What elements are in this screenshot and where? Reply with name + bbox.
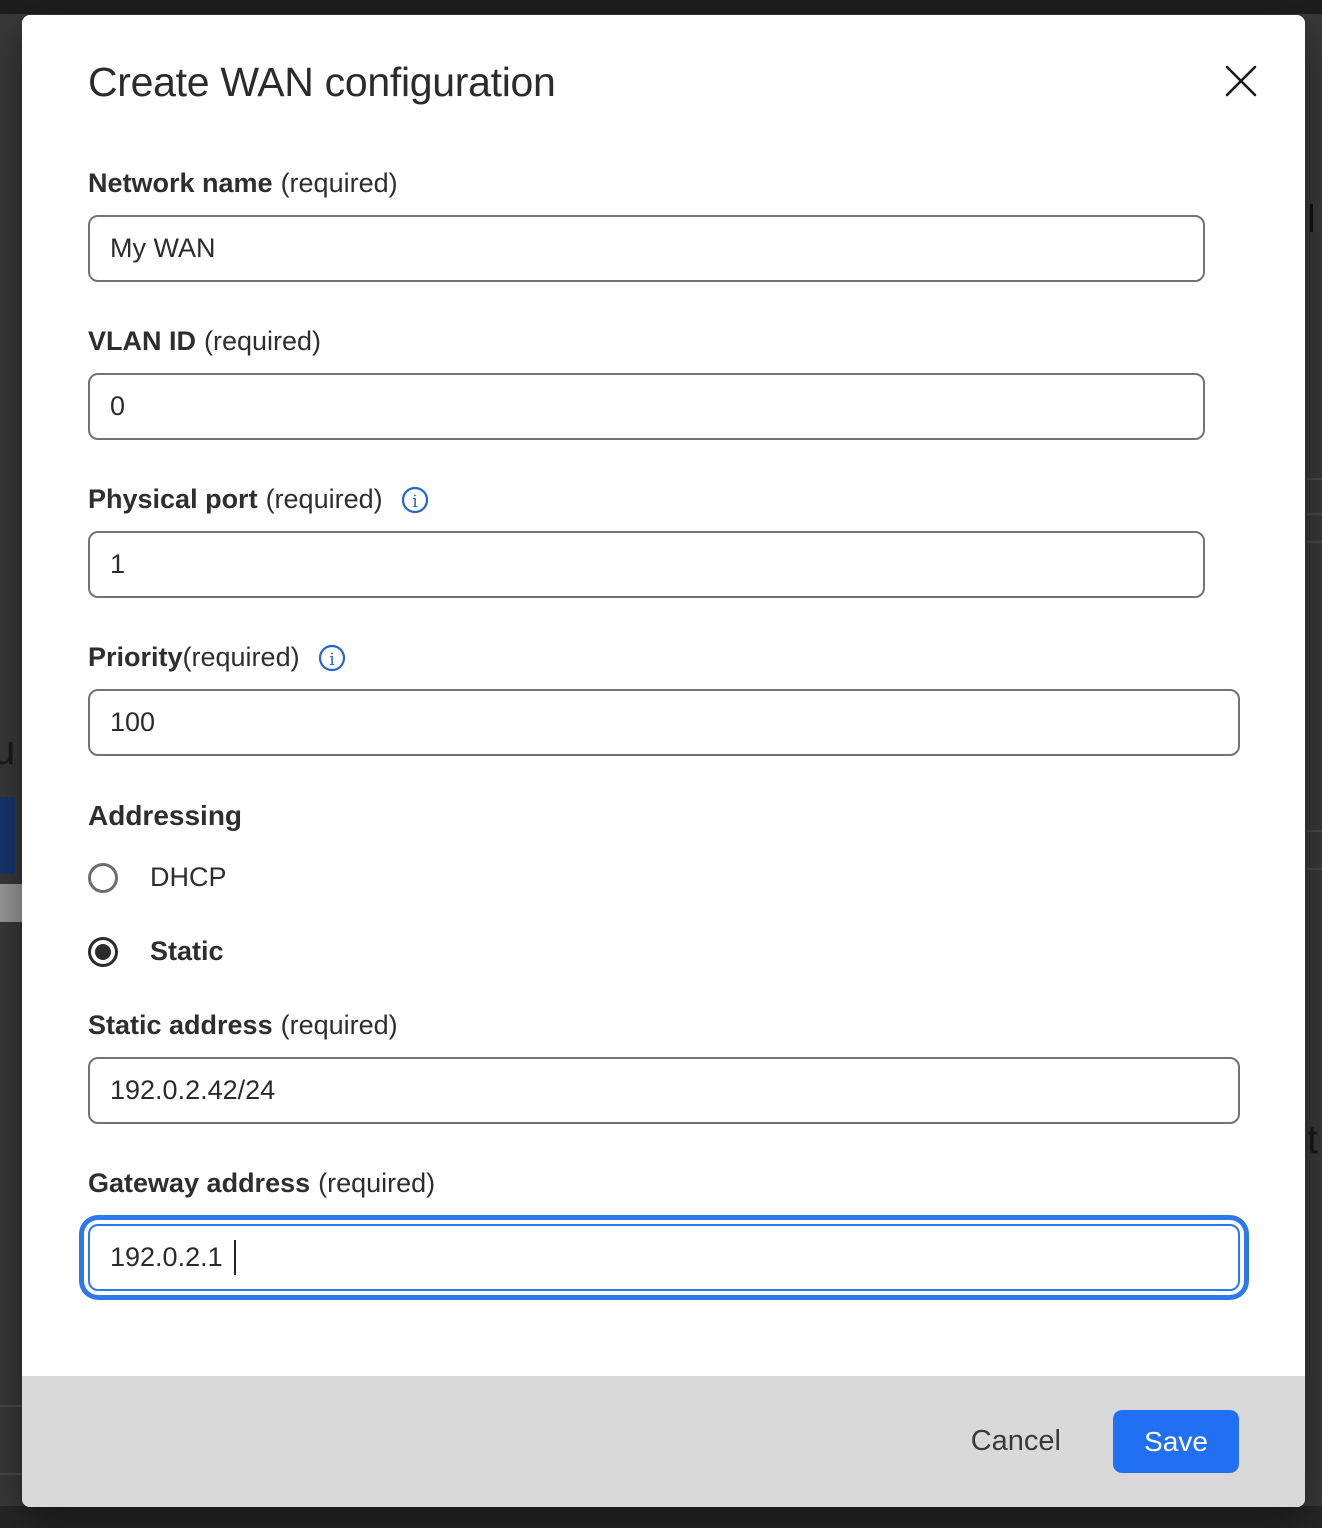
background-divider — [0, 1405, 22, 1407]
svg-text:i: i — [412, 492, 418, 512]
background-row-fragment — [0, 884, 22, 922]
background-caret-fragment — [1310, 204, 1313, 232]
create-wan-configuration-dialog: Create WAN configuration Network name (r… — [22, 15, 1305, 1507]
close-icon[interactable] — [1221, 61, 1261, 101]
cancel-button[interactable]: Cancel — [971, 1425, 1061, 1458]
radio-label: Static — [150, 936, 224, 967]
network-name-label: Network name (required) — [88, 168, 1240, 199]
radio-unselected-icon[interactable] — [88, 863, 118, 893]
save-button[interactable]: Save — [1113, 1410, 1239, 1473]
background-text-fragment: t — [1307, 1118, 1322, 1164]
physical-port-label: Physical port (required) i — [88, 484, 1240, 515]
priority-label: Priority (required) i — [88, 642, 1240, 673]
background-top-strip — [0, 0, 1322, 14]
background-divider — [1306, 478, 1322, 480]
background-divider — [0, 1473, 22, 1475]
background-text-fragment: u — [0, 726, 16, 772]
background-blue-button-fragment — [0, 797, 15, 874]
vlan-id-input[interactable] — [88, 373, 1205, 440]
gateway-address-label: Gateway address (required) — [88, 1168, 1240, 1199]
background-divider — [1306, 830, 1322, 832]
dialog-footer: Cancel Save — [22, 1376, 1305, 1507]
background-divider — [1306, 541, 1322, 543]
background-divider — [1306, 513, 1322, 515]
dialog-title: Create WAN configuration — [88, 59, 1240, 106]
vlan-id-label: VLAN ID (required) — [88, 326, 1240, 357]
info-icon[interactable]: i — [401, 486, 429, 514]
gateway-address-input[interactable] — [88, 1224, 1240, 1291]
text-caret — [234, 1240, 236, 1275]
priority-input[interactable] — [88, 689, 1240, 756]
static-address-input[interactable] — [88, 1057, 1240, 1124]
addressing-option-static[interactable]: Static — [88, 936, 1240, 967]
background-text-fragment: g — [0, 0, 22, 74]
gateway-address-field-wrapper — [88, 1224, 1240, 1291]
static-address-label: Static address (required) — [88, 1010, 1240, 1041]
network-name-input[interactable] — [88, 215, 1205, 282]
addressing-heading: Addressing — [88, 800, 1240, 832]
radio-selected-icon[interactable] — [88, 937, 118, 967]
background-divider — [1306, 868, 1322, 870]
addressing-option-dhcp[interactable]: DHCP — [88, 862, 1240, 893]
background-bottom-strip — [0, 1506, 1322, 1528]
info-icon[interactable]: i — [318, 644, 346, 672]
svg-text:i: i — [329, 650, 335, 670]
physical-port-input[interactable] — [88, 531, 1205, 598]
radio-label: DHCP — [150, 862, 227, 893]
